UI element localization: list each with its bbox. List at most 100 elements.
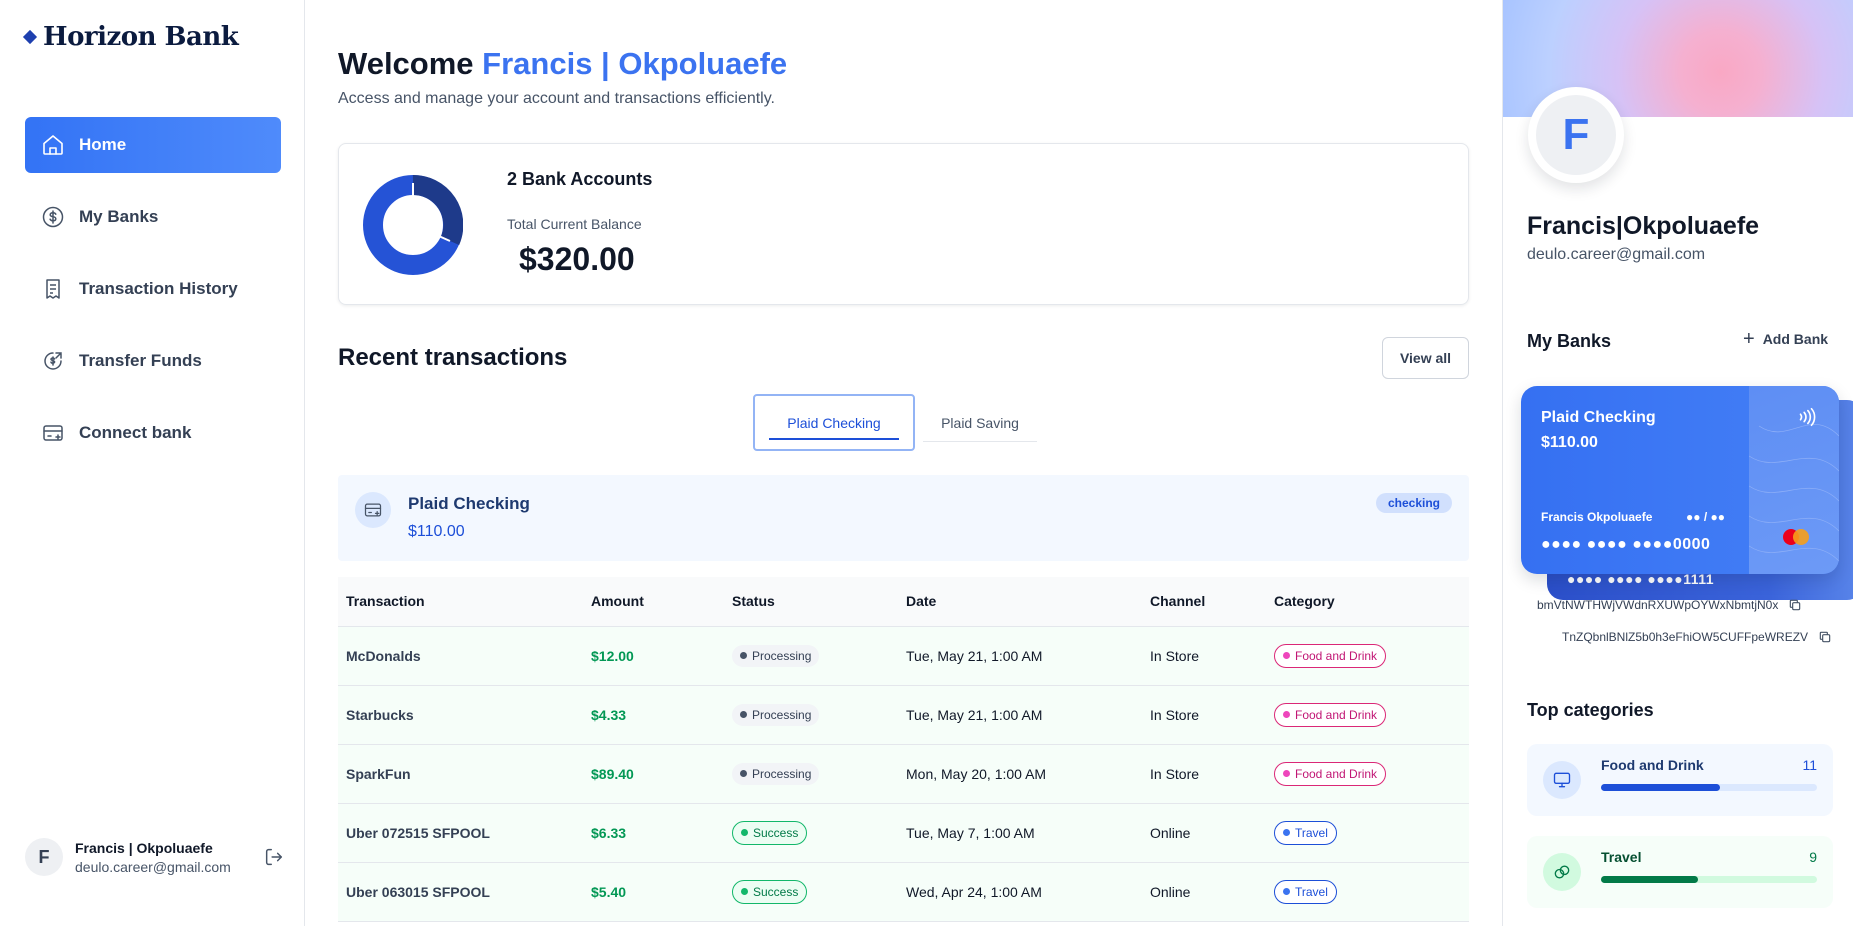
transaction-amount: $5.40	[583, 862, 724, 922]
category-badge: Travel	[1274, 879, 1337, 904]
column-header: Transaction	[338, 577, 583, 627]
table-row[interactable]: Starbucks $4.33 Processing Tue, May 21, …	[338, 685, 1469, 745]
transaction-channel: Online	[1142, 862, 1266, 922]
monitor-icon	[1553, 772, 1571, 788]
profile-name: Francis|Okpoluaefe	[1527, 212, 1760, 240]
card-number: ●●●● ●●●● ●●●●0000	[1541, 536, 1711, 553]
sidebar-user: F Francis | Okpoluaefe deulo.career@gmai…	[25, 838, 285, 876]
plus-icon: +	[1743, 328, 1755, 350]
category-name: Travel	[1601, 849, 1642, 865]
logo-text: Horizon Bank	[43, 22, 239, 52]
sidebar-item-label: Transaction History	[79, 279, 238, 298]
tab-plaid-saving[interactable]: Plaid Saving	[923, 394, 1037, 451]
transaction-name: Starbucks	[338, 685, 583, 745]
status-badge: Success	[732, 820, 808, 845]
contactless-icon	[1799, 407, 1816, 427]
tab-plaid-checking[interactable]: Plaid Checking	[753, 394, 915, 451]
account-type-badge: checking	[1375, 493, 1452, 513]
transaction-channel: Online	[1142, 803, 1266, 863]
logout-icon[interactable]	[263, 846, 285, 868]
category-badge: Food and Drink	[1274, 702, 1387, 727]
table-row[interactable]: Uber 072515 SFPOOL $6.33 Success Tue, Ma…	[338, 803, 1469, 863]
page-title: Welcome Francis | Okpoluaefe	[338, 46, 787, 82]
logo-mark-icon	[22, 29, 38, 45]
transaction-channel: In Store	[1142, 626, 1266, 686]
category-progress-fill	[1601, 784, 1720, 791]
category-item-travel[interactable]: Travel 9	[1527, 836, 1833, 908]
table-row[interactable]: SparkFun $89.40 Processing Mon, May 20, …	[338, 744, 1469, 804]
balance-donut-chart	[363, 175, 463, 275]
right-sidebar: F Francis|Okpoluaefe deulo.career@gmail.…	[1502, 0, 1853, 926]
category-item-food-and-drink[interactable]: Food and Drink 11	[1527, 744, 1833, 816]
category-progress-bar	[1601, 876, 1817, 883]
column-header: Status	[724, 577, 898, 627]
recent-transactions-title: Recent transactions	[338, 344, 568, 371]
home-icon	[43, 135, 63, 155]
column-header: Amount	[583, 577, 724, 627]
top-categories-title: Top categories	[1527, 700, 1654, 720]
column-header: Channel	[1142, 577, 1266, 627]
link-icon	[1554, 865, 1570, 879]
bank-accounts-count: 2 Bank Accounts	[507, 169, 653, 189]
category-dot-icon	[1283, 711, 1290, 718]
category-progress-fill	[1601, 876, 1699, 883]
status-badge: Processing	[732, 703, 820, 726]
selected-bank-name: Plaid Checking	[408, 494, 530, 513]
logo[interactable]: Horizon Bank	[22, 22, 239, 52]
transaction-channel: In Store	[1142, 744, 1266, 804]
category-dot-icon	[1283, 652, 1290, 659]
profile-initial: F	[1536, 95, 1616, 175]
my-banks-title: My Banks	[1527, 331, 1612, 351]
total-balance-card: 2 Bank Accounts Total Current Balance $3…	[338, 143, 1469, 305]
account-id-text: TnZQbnlBNlZ5b0h3eFhiOW5CUFFpeWREZV	[1562, 630, 1809, 644]
page-subtitle: Access and manage your account and trans…	[338, 90, 775, 107]
bank-card-add-icon	[43, 425, 63, 441]
add-bank-button[interactable]: + Add Bank	[1743, 328, 1828, 350]
copy-icon[interactable]	[1788, 598, 1802, 612]
transaction-name: SparkFun	[338, 744, 583, 804]
account-id-text: bmVtNWTHWjVWdnRXUWpOYWxNbmtjN0x	[1537, 598, 1779, 612]
sidebar-item-label: Connect bank	[79, 423, 192, 442]
transaction-amount: $89.40	[583, 744, 724, 804]
copy-icon[interactable]	[1818, 630, 1832, 644]
sidebar-item-transaction-history[interactable]: Transaction History	[25, 261, 281, 317]
table-row[interactable]: McDonalds $12.00 Processing Tue, May 21,…	[338, 626, 1469, 686]
selected-bank-info: Plaid Checking $110.00 checking	[338, 475, 1469, 561]
receipt-icon	[46, 279, 60, 299]
transaction-amount: $12.00	[583, 626, 724, 686]
bank-card-primary[interactable]: Plaid Checking $110.00 Francis Okpoluaef…	[1521, 386, 1839, 574]
transaction-date: Mon, May 20, 1:00 AM	[898, 744, 1142, 804]
sidebar-item-transfer-funds[interactable]: Transfer Funds	[25, 333, 281, 389]
category-icon-wrap	[1543, 853, 1581, 891]
view-all-button[interactable]: View all	[1382, 337, 1469, 379]
avatar: F	[25, 838, 63, 876]
table-header-row: Transaction Amount Status Date Channel C…	[338, 577, 1469, 627]
bank-tabs: Plaid Checking Plaid Saving	[753, 394, 1037, 451]
transaction-date: Tue, May 7, 1:00 AM	[898, 803, 1142, 863]
bank-card-add-icon	[364, 503, 382, 517]
table-row[interactable]: Uber 063015 SFPOOL $5.40 Success Wed, Ap…	[338, 862, 1469, 922]
category-icon-wrap	[1543, 761, 1581, 799]
status-dot-icon	[740, 770, 747, 777]
category-dot-icon	[1283, 770, 1290, 777]
total-balance-value: $320.00	[519, 241, 635, 277]
sidebar-item-connect-bank[interactable]: Connect bank	[25, 405, 281, 461]
user-email: deulo.career@gmail.com	[75, 858, 231, 875]
welcome-prefix: Welcome	[338, 46, 474, 81]
sidebar-item-my-banks[interactable]: My Banks	[25, 189, 281, 245]
transaction-date: Tue, May 21, 1:00 AM	[898, 685, 1142, 745]
category-count: 11	[1802, 757, 1817, 773]
mastercard-icon	[1783, 529, 1809, 545]
category-name: Food and Drink	[1601, 757, 1704, 773]
category-progress-bar	[1601, 784, 1817, 791]
account-id: bmVtNWTHWjVWdnRXUWpOYWxNbmtjN0x	[1537, 598, 1802, 612]
category-badge: Food and Drink	[1274, 761, 1387, 786]
column-header: Date	[898, 577, 1142, 627]
sidebar-item-home[interactable]: Home	[25, 117, 281, 173]
card-holder: Francis Okpoluaefe	[1541, 510, 1653, 524]
transactions-table: Transaction Amount Status Date Channel C…	[338, 577, 1469, 922]
status-dot-icon	[740, 652, 747, 659]
transaction-date: Wed, Apr 24, 1:00 AM	[898, 862, 1142, 922]
transaction-channel: In Store	[1142, 685, 1266, 745]
account-id: TnZQbnlBNlZ5b0h3eFhiOW5CUFFpeWREZV	[1562, 630, 1832, 644]
